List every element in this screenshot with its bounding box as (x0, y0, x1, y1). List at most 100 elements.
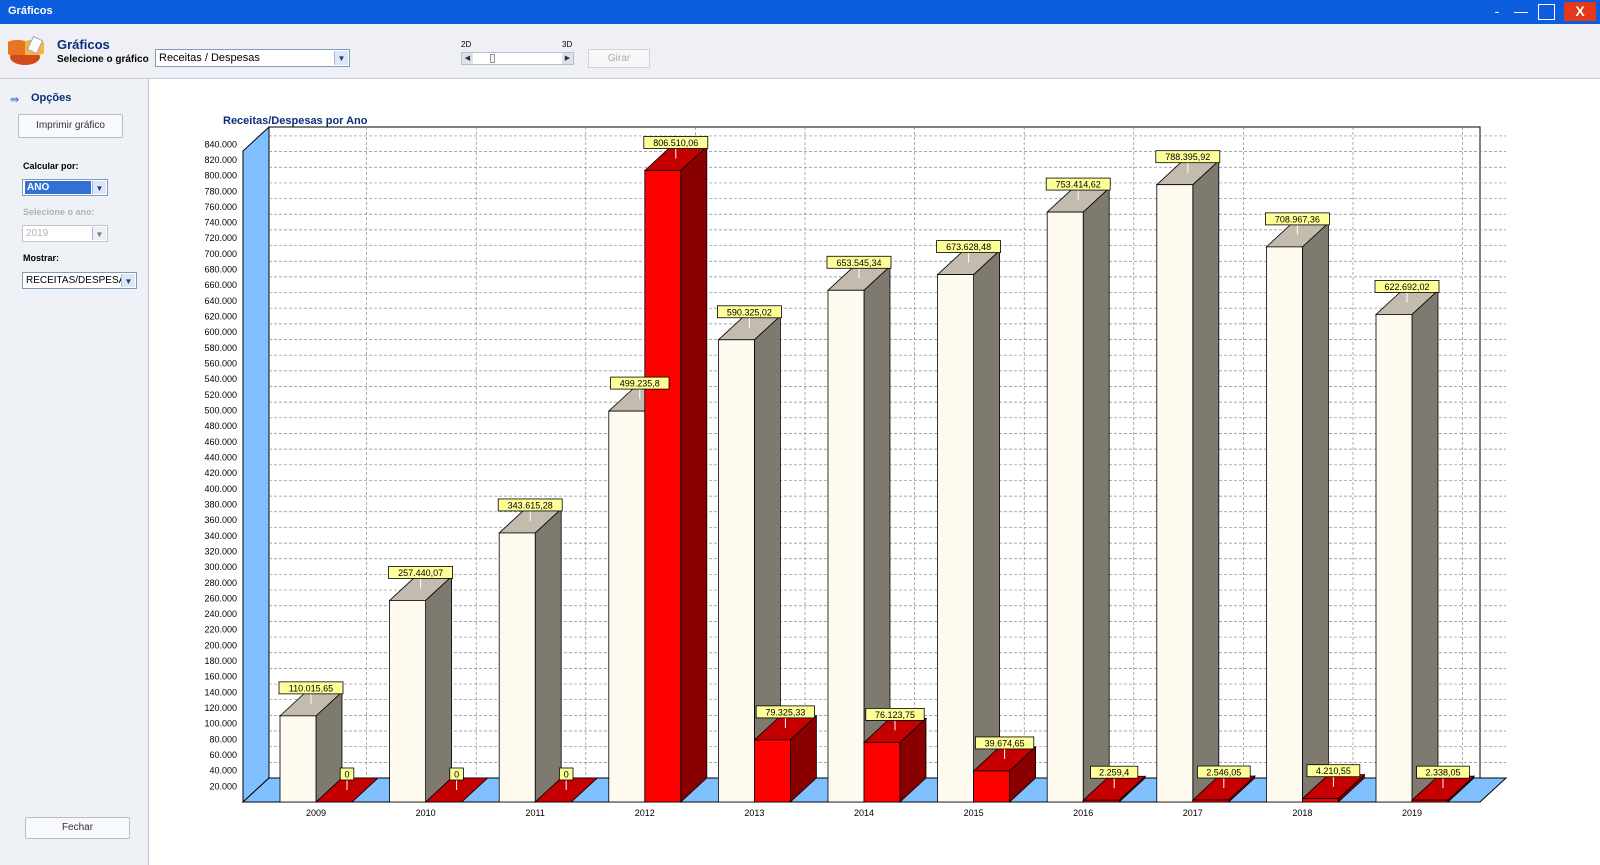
slider-thumb[interactable] (490, 54, 495, 63)
y-tick-label: 200.000 (204, 640, 237, 650)
x-tick-label: 2009 (306, 808, 326, 818)
y-tick-label: 540.000 (204, 374, 237, 384)
bar-receitas-side (534, 508, 562, 803)
y-tick-label: 520.000 (204, 390, 237, 400)
chevron-down-icon[interactable]: ▼ (92, 181, 106, 194)
y-tick-label: 720.000 (204, 233, 237, 243)
y-tick-label: 440.000 (204, 452, 237, 462)
data-label-despesas: 0 (454, 770, 459, 780)
y-tick-label: 320.000 (204, 546, 237, 556)
bar-despesas (1302, 798, 1339, 803)
bar-despesas (1082, 799, 1120, 803)
data-label-receitas: 343.615,28 (508, 500, 553, 510)
options-title: Opções (31, 92, 72, 104)
chevron-down-icon[interactable]: ▼ (121, 274, 135, 287)
data-label-despesas: 2.546,05 (1206, 768, 1241, 778)
y-tick-label: 620.000 (204, 312, 237, 322)
y-tick-label: 640.000 (204, 296, 237, 306)
bar-receitas (279, 715, 317, 803)
y-tick-label: 20.000 (209, 781, 237, 791)
bar-receitas (1156, 184, 1194, 803)
data-label-receitas: 788.395,92 (1165, 152, 1210, 162)
y-tick-label: 120.000 (204, 703, 237, 713)
y-tick-label: 280.000 (204, 578, 237, 588)
y-tick-label: 560.000 (204, 359, 237, 369)
year-label: Selecione o ano: (23, 207, 95, 217)
data-label-despesas: 2.338,05 (1425, 768, 1460, 778)
slider-left-icon[interactable]: ◀ (462, 53, 473, 64)
y-tick-label: 180.000 (204, 656, 237, 666)
y-tick-label: 340.000 (204, 531, 237, 541)
data-label-despesas: 0 (564, 770, 569, 780)
y-tick-label: 60.000 (209, 750, 237, 760)
bar-receitas-side (1082, 187, 1110, 803)
user-icon[interactable] (1536, 2, 1556, 21)
x-tick-label: 2014 (854, 808, 874, 818)
x-tick-label: 2010 (416, 808, 436, 818)
calc-label: Calcular por: (23, 161, 79, 171)
close-button[interactable]: Fechar (25, 817, 130, 839)
chart-title: Receitas/Despesas por Ano (223, 115, 368, 127)
data-label-receitas: 110.015,65 (289, 683, 333, 693)
y-tick-label: 480.000 (204, 421, 237, 431)
y-tick-label: 160.000 (204, 672, 237, 682)
bar-despesas (1411, 799, 1449, 803)
data-label-receitas: 499.235,8 (620, 379, 660, 389)
y-tick-label: 680.000 (204, 265, 237, 275)
y-tick-label: 100.000 (204, 719, 237, 729)
x-tick-label: 2016 (1073, 808, 1093, 818)
options-sidebar: ⇛ Opções Imprimir gráfico Calcular por: … (0, 79, 149, 865)
bar-despesas (863, 741, 901, 803)
data-label-despesas: 39.674,65 (985, 738, 1025, 748)
window-title: Gráficos (8, 5, 53, 17)
data-label-despesas: 806.510,06 (653, 138, 698, 148)
print-chart-button[interactable]: Imprimir gráfico (18, 114, 123, 138)
bar-receitas-side (1411, 289, 1439, 803)
chevron-down-icon[interactable]: ▼ (92, 227, 106, 240)
bar-receitas (937, 274, 974, 803)
data-label-receitas: 708.967,36 (1275, 214, 1320, 224)
bar-despesas (754, 739, 791, 803)
double-arrow-icon: ⇛ (10, 94, 20, 106)
rotate-button[interactable]: Girar (588, 49, 650, 68)
y-tick-label: 80.000 (209, 734, 237, 744)
bar-despesas (973, 770, 1010, 803)
data-label-despesas: 79.325,33 (765, 707, 805, 717)
y-tick-label: 400.000 (204, 484, 237, 494)
chevron-down-icon[interactable]: ▼ (334, 51, 348, 65)
y-tick-label: 420.000 (204, 468, 237, 478)
chart-area: 20.000 40.000 60.000 80.000 100.000 120.000 14… (148, 79, 1600, 865)
minimize-button[interactable]: - (1489, 2, 1505, 21)
y-tick-label: 220.000 (204, 625, 237, 635)
restore-button[interactable]: — (1510, 2, 1532, 21)
x-tick-label: 2018 (1292, 808, 1312, 818)
chart-side-wall (242, 125, 270, 804)
window-titlebar: Gráficos - — X (0, 0, 1600, 24)
dimension-slider[interactable]: ◀ ▶ (461, 52, 574, 65)
show-select[interactable]: RECEITAS/DESPESAS ▼ (22, 272, 137, 289)
bar-despesas-side (680, 145, 708, 803)
bar-chart: 20.000 40.000 60.000 80.000 100.000 120.000 14… (204, 115, 1508, 818)
close-window-button[interactable]: X (1564, 2, 1596, 21)
label-2d: 2D (461, 40, 472, 49)
bar-receitas-side (1192, 159, 1220, 803)
y-tick-label: 500.000 (204, 406, 237, 416)
bar-receitas-side (1302, 221, 1329, 803)
header-toolbar: Gráficos Selecione o gráfico Receitas / … (0, 24, 1600, 79)
data-label-despesas: 76.123,75 (875, 710, 915, 720)
x-tick-label: 2013 (744, 808, 764, 818)
bar-receitas (1046, 211, 1084, 803)
chart-type-select[interactable]: Receitas / Despesas ▼ (155, 49, 350, 67)
x-tick-label: 2015 (964, 808, 984, 818)
data-label-despesas: 4.210,55 (1316, 766, 1351, 776)
y-tick-label: 460.000 (204, 437, 237, 447)
y-tick-label: 600.000 (204, 327, 237, 337)
y-tick-label: 140.000 (204, 687, 237, 697)
calc-by-select[interactable]: ANO ▼ (22, 179, 108, 196)
calc-by-value: ANO (25, 181, 91, 194)
y-tick-label: 780.000 (204, 186, 237, 196)
bar-receitas-side (425, 575, 453, 803)
year-select[interactable]: 2019 ▼ (22, 225, 108, 242)
slider-right-icon[interactable]: ▶ (562, 53, 573, 64)
y-tick-label: 300.000 (204, 562, 237, 572)
